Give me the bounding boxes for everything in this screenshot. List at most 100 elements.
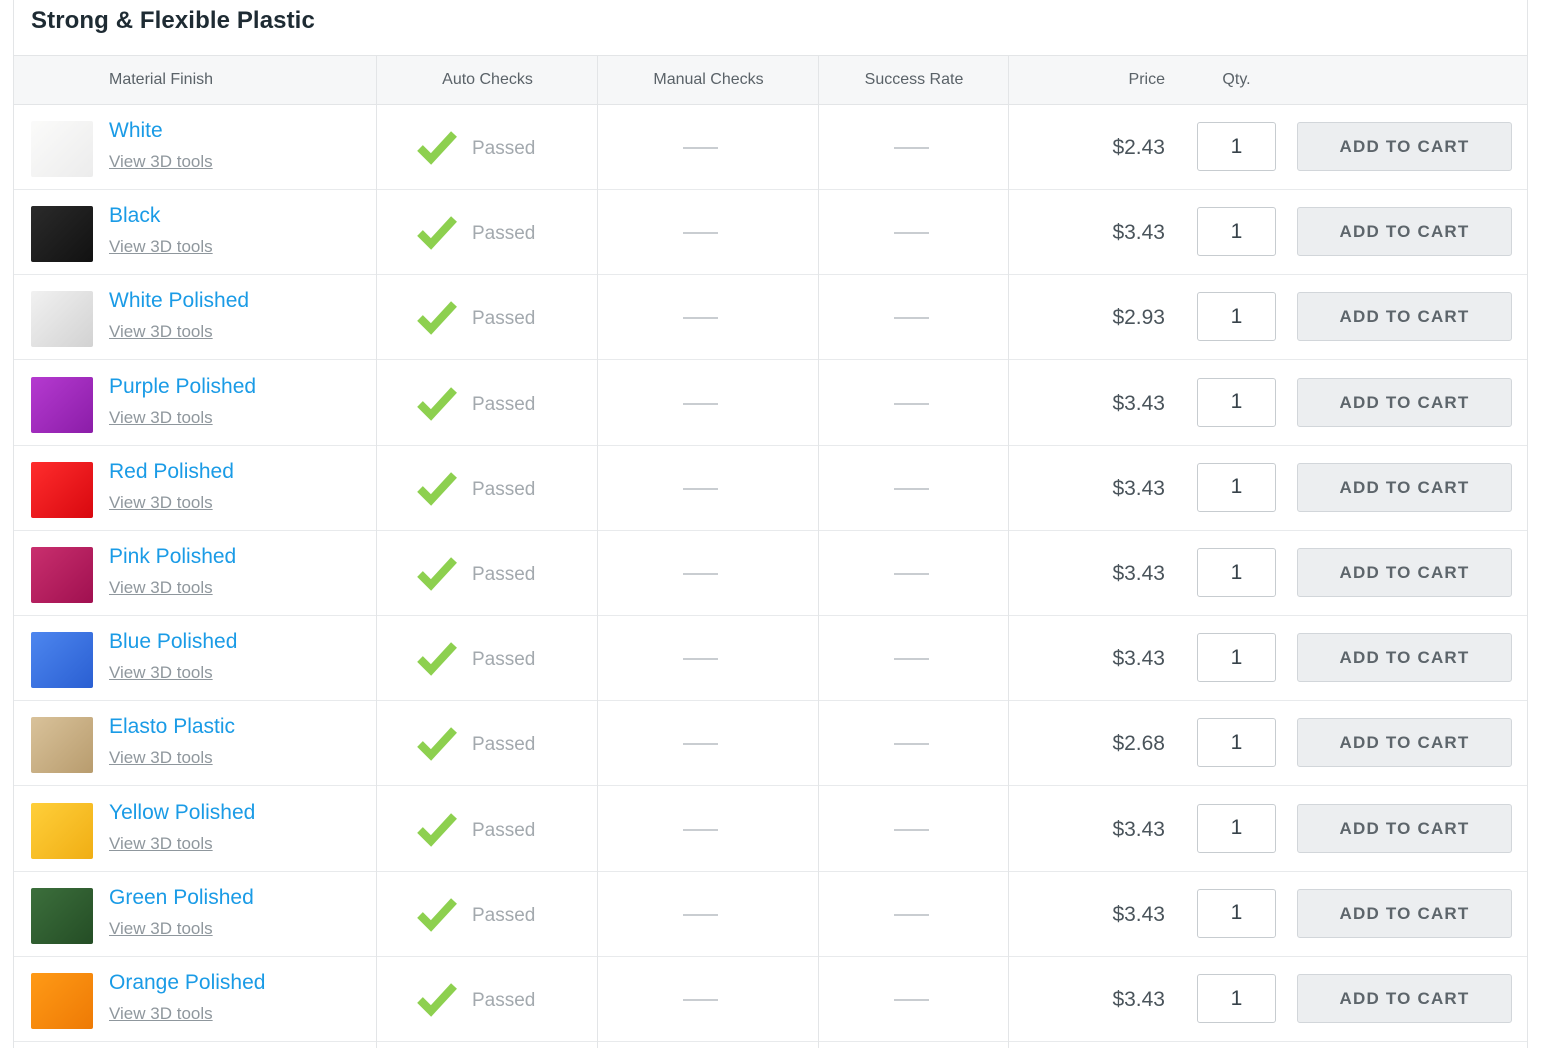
auto-check-status: Passed	[472, 649, 535, 671]
add-to-cart-button[interactable]: ADD TO CART	[1297, 122, 1512, 171]
column-divider	[1008, 55, 1009, 1048]
add-to-cart-button[interactable]: ADD TO CART	[1297, 718, 1512, 767]
auto-check-status: Passed	[472, 905, 535, 927]
quantity-input[interactable]	[1197, 633, 1276, 682]
check-icon	[417, 725, 457, 761]
material-swatch[interactable]	[31, 803, 93, 859]
add-to-cart-button[interactable]: ADD TO CART	[1297, 633, 1512, 682]
success-rate-empty-dash	[894, 914, 929, 916]
add-to-cart-button[interactable]: ADD TO CART	[1297, 463, 1512, 512]
quantity-input[interactable]	[1197, 463, 1276, 512]
manual-checks-empty-dash	[683, 743, 718, 745]
material-swatch[interactable]	[31, 291, 93, 347]
col-price: Price	[1099, 56, 1165, 104]
check-icon	[417, 129, 457, 165]
material-swatch[interactable]	[31, 888, 93, 944]
quantity-input[interactable]	[1197, 207, 1276, 256]
material-name-link[interactable]: White	[109, 119, 163, 143]
material-name-link[interactable]: Red Polished	[109, 460, 234, 484]
manual-checks-empty-dash	[683, 403, 718, 405]
auto-check-status: Passed	[472, 990, 535, 1012]
material-name-link[interactable]: Black	[109, 204, 160, 228]
material-name-link[interactable]: Orange Polished	[109, 971, 265, 995]
material-name-link[interactable]: Yellow Polished	[109, 801, 255, 825]
manual-checks-empty-dash	[683, 914, 718, 916]
check-icon	[417, 214, 457, 250]
price-value: $2.68	[1099, 732, 1165, 756]
price-value: $2.93	[1099, 306, 1165, 330]
add-to-cart-button[interactable]: ADD TO CART	[1297, 974, 1512, 1023]
quantity-input[interactable]	[1197, 122, 1276, 171]
add-to-cart-button[interactable]: ADD TO CART	[1297, 889, 1512, 938]
column-divider	[376, 55, 377, 1048]
success-rate-empty-dash	[894, 658, 929, 660]
view-3d-tools-link[interactable]: View 3D tools	[109, 834, 213, 854]
quantity-input[interactable]	[1197, 718, 1276, 767]
material-name-link[interactable]: Pink Polished	[109, 545, 236, 569]
add-to-cart-button[interactable]: ADD TO CART	[1297, 292, 1512, 341]
quantity-input[interactable]	[1197, 889, 1276, 938]
material-name-link[interactable]: Blue Polished	[109, 630, 237, 654]
success-rate-empty-dash	[894, 403, 929, 405]
view-3d-tools-link[interactable]: View 3D tools	[109, 493, 213, 513]
price-value: $3.43	[1099, 903, 1165, 927]
view-3d-tools-link[interactable]: View 3D tools	[109, 408, 213, 428]
view-3d-tools-link[interactable]: View 3D tools	[109, 919, 213, 939]
quantity-input[interactable]	[1197, 292, 1276, 341]
price-value: $3.43	[1099, 988, 1165, 1012]
material-name-link[interactable]: Green Polished	[109, 886, 254, 910]
material-swatch[interactable]	[31, 717, 93, 773]
auto-check-status: Passed	[472, 394, 535, 416]
section-title: Strong & Flexible Plastic	[31, 7, 315, 35]
add-to-cart-button[interactable]: ADD TO CART	[1297, 378, 1512, 427]
price-value: $2.43	[1099, 136, 1165, 160]
auto-check-status: Passed	[472, 820, 535, 842]
view-3d-tools-link[interactable]: View 3D tools	[109, 663, 213, 683]
table-row: Elasto Plastic View 3D tools Passed $2.6…	[14, 700, 1527, 786]
view-3d-tools-link[interactable]: View 3D tools	[109, 1004, 213, 1024]
material-swatch[interactable]	[31, 632, 93, 688]
material-swatch[interactable]	[31, 973, 93, 1029]
material-swatch[interactable]	[31, 462, 93, 518]
success-rate-empty-dash	[894, 573, 929, 575]
add-to-cart-button[interactable]: ADD TO CART	[1297, 548, 1512, 597]
view-3d-tools-link[interactable]: View 3D tools	[109, 152, 213, 172]
material-name-link[interactable]: Elasto Plastic	[109, 715, 235, 739]
quantity-input[interactable]	[1197, 804, 1276, 853]
table-row: Yellow Polished View 3D tools Passed $3.…	[14, 786, 1527, 872]
check-icon	[417, 299, 457, 335]
add-to-cart-button[interactable]: ADD TO CART	[1297, 804, 1512, 853]
col-qty: Qty.	[1197, 56, 1276, 104]
price-value: $3.43	[1099, 818, 1165, 842]
auto-check-status: Passed	[472, 223, 535, 245]
success-rate-empty-dash	[894, 829, 929, 831]
view-3d-tools-link[interactable]: View 3D tools	[109, 237, 213, 257]
quantity-input[interactable]	[1197, 548, 1276, 597]
quantity-input[interactable]	[1197, 378, 1276, 427]
material-swatch[interactable]	[31, 377, 93, 433]
material-name-link[interactable]: Purple Polished	[109, 375, 256, 399]
manual-checks-empty-dash	[683, 999, 718, 1001]
quantity-input[interactable]	[1197, 974, 1276, 1023]
material-name-link[interactable]: White Polished	[109, 289, 249, 313]
material-swatch[interactable]	[31, 206, 93, 262]
table-row: Orange Polished View 3D tools Passed $3.…	[14, 956, 1527, 1042]
manual-checks-empty-dash	[683, 488, 718, 490]
price-value: $3.43	[1099, 477, 1165, 501]
material-swatch[interactable]	[31, 547, 93, 603]
material-swatch[interactable]	[31, 121, 93, 177]
success-rate-empty-dash	[894, 488, 929, 490]
check-icon	[417, 896, 457, 932]
manual-checks-empty-dash	[683, 232, 718, 234]
view-3d-tools-link[interactable]: View 3D tools	[109, 748, 213, 768]
view-3d-tools-link[interactable]: View 3D tools	[109, 578, 213, 598]
table-row: White Polished View 3D tools Passed $2.9…	[14, 274, 1527, 360]
add-to-cart-button[interactable]: ADD TO CART	[1297, 207, 1512, 256]
price-value: $3.43	[1099, 562, 1165, 586]
view-3d-tools-link[interactable]: View 3D tools	[109, 322, 213, 342]
table-row: Blue Polished View 3D tools Passed $3.43…	[14, 615, 1527, 701]
price-value: $3.43	[1099, 221, 1165, 245]
auto-check-status: Passed	[472, 734, 535, 756]
check-icon	[417, 640, 457, 676]
success-rate-empty-dash	[894, 999, 929, 1001]
